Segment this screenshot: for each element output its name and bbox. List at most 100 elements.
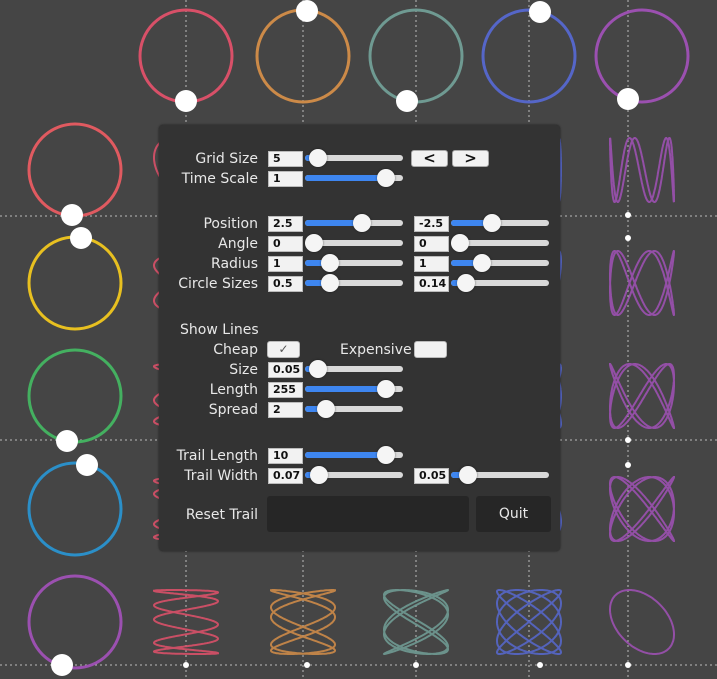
spread-label: Spread — [208, 402, 258, 418]
tracer-dot — [51, 654, 73, 676]
grid-next-button[interactable]: > — [452, 150, 489, 167]
slider-thumb[interactable] — [321, 254, 339, 272]
tracer-dot — [625, 212, 631, 218]
quit-button[interactable]: Quit — [476, 496, 551, 532]
slider-thumb[interactable] — [456, 274, 475, 292]
position-y-field[interactable]: -2.5 — [414, 216, 449, 232]
slider-thumb[interactable] — [377, 446, 395, 464]
trail-length-slider[interactable] — [305, 445, 403, 465]
row-circle — [27, 122, 123, 218]
time-scale-label: Time Scale — [181, 171, 258, 187]
radius-label: Radius — [211, 256, 258, 272]
slider-thumb[interactable] — [305, 234, 323, 252]
angle-label: Angle — [218, 236, 258, 252]
row-circle — [27, 461, 123, 557]
time-scale-field[interactable]: 1 — [268, 171, 303, 187]
tracer-dot — [70, 227, 92, 249]
position-label: Position — [203, 216, 258, 232]
grid-size-label: Grid Size — [195, 151, 258, 167]
length-label: Length — [209, 382, 258, 398]
lissajous-curve — [609, 476, 675, 542]
cheap-checkbox[interactable]: ✓ — [267, 341, 300, 358]
tracer-dot — [413, 662, 419, 668]
slider-thumb[interactable] — [483, 214, 501, 232]
radius-y-field[interactable]: 1 — [414, 256, 449, 272]
show-lines-label: Show Lines — [180, 322, 259, 338]
tracer-dot — [183, 662, 189, 668]
expensive-label: Expensive — [340, 342, 412, 358]
column-circle — [594, 8, 690, 104]
lissajous-curve — [609, 363, 675, 429]
slider-thumb[interactable] — [377, 169, 395, 187]
position-x-field[interactable]: 2.5 — [268, 216, 303, 232]
trail-width-y-field[interactable]: 0.05 — [414, 468, 449, 484]
angle-y-field[interactable]: 0 — [414, 236, 449, 252]
reset-trail-button[interactable] — [267, 496, 469, 532]
slider-thumb[interactable] — [472, 254, 491, 272]
slider-thumb[interactable] — [317, 400, 335, 418]
grid-size-field[interactable]: 5 — [268, 151, 303, 167]
trail-length-field[interactable]: 10 — [268, 448, 303, 464]
spread-field[interactable]: 2 — [268, 402, 303, 418]
tracer-dot — [625, 235, 631, 241]
spread-slider[interactable] — [305, 399, 403, 419]
radius-x-field[interactable]: 1 — [268, 256, 303, 272]
trail-length-label: Trail Length — [176, 448, 258, 464]
length-slider[interactable] — [305, 379, 403, 399]
size-label: Size — [229, 362, 258, 378]
row-circle — [27, 574, 123, 670]
tracer-dot — [296, 0, 318, 22]
lissajous-curve — [609, 589, 675, 655]
tracer-dot — [304, 662, 310, 668]
size-field[interactable]: 0.05 — [268, 362, 303, 378]
circle-sizes-y-slider[interactable] — [451, 273, 549, 293]
tracer-dot — [175, 90, 197, 112]
circle-sizes-y-field[interactable]: 0.14 — [414, 276, 449, 292]
circle-sizes-x-slider[interactable] — [305, 273, 403, 293]
tracer-dot — [625, 662, 631, 668]
length-field[interactable]: 255 — [268, 382, 303, 398]
trail-width-label: Trail Width — [184, 468, 258, 484]
row-circle — [27, 235, 123, 331]
slider-thumb[interactable] — [321, 274, 339, 292]
position-y-slider[interactable] — [451, 213, 549, 233]
tracer-dot — [625, 437, 631, 443]
circle-sizes-label: Circle Sizes — [178, 276, 258, 292]
trail-width-x-field[interactable]: 0.07 — [268, 468, 303, 484]
slider-thumb[interactable] — [459, 466, 477, 484]
lissajous-curve — [609, 137, 675, 203]
row-circle — [27, 348, 123, 444]
slider-thumb[interactable] — [309, 149, 327, 167]
grid-size-slider[interactable] — [305, 148, 403, 168]
tracer-dot — [617, 88, 639, 110]
radius-x-slider[interactable] — [305, 253, 403, 273]
trail-width-x-slider[interactable] — [305, 465, 403, 485]
tracer-dot — [56, 430, 78, 452]
angle-y-slider[interactable] — [451, 233, 549, 253]
position-x-slider[interactable] — [305, 213, 403, 233]
lissajous-curve — [496, 589, 562, 655]
check-icon: ✓ — [278, 342, 289, 356]
angle-x-field[interactable]: 0 — [268, 236, 303, 252]
trail-width-y-slider[interactable] — [451, 465, 549, 485]
cheap-label: Cheap — [213, 342, 258, 358]
settings-panel: Grid Size 5 < > Time Scale 1 Position 2.… — [159, 125, 560, 551]
slider-thumb[interactable] — [451, 234, 469, 252]
size-slider[interactable] — [305, 359, 403, 379]
slider-thumb[interactable] — [309, 360, 327, 378]
radius-y-slider[interactable] — [451, 253, 549, 273]
expensive-checkbox[interactable] — [414, 341, 447, 358]
slider-thumb[interactable] — [377, 380, 395, 398]
angle-x-slider[interactable] — [305, 233, 403, 253]
grid-prev-button[interactable]: < — [411, 150, 448, 167]
slider-thumb[interactable] — [309, 466, 328, 484]
tracer-dot — [625, 462, 631, 468]
tracer-dot — [529, 1, 551, 23]
tracer-dot — [76, 454, 98, 476]
lissajous-curve — [609, 250, 675, 316]
slider-thumb[interactable] — [353, 214, 371, 232]
tracer-dot — [61, 204, 83, 226]
tracer-dot — [537, 662, 543, 668]
time-scale-slider[interactable] — [305, 168, 403, 188]
circle-sizes-x-field[interactable]: 0.5 — [268, 276, 303, 292]
